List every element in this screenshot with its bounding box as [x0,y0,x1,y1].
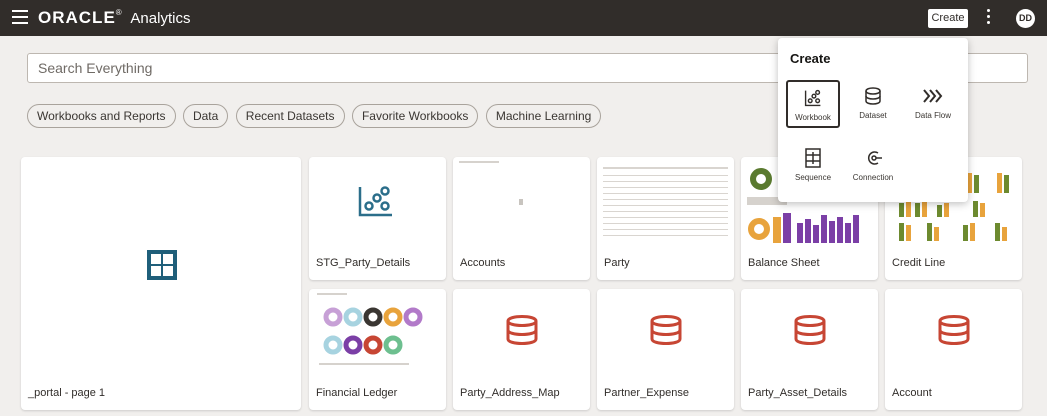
donut-thumbnail [317,293,423,365]
filter-chips: Workbooks and Reports Data Recent Datase… [27,104,604,128]
user-avatar[interactable]: DD [1016,9,1035,28]
dataset-icon [506,315,538,345]
create-menu-title: Create [790,51,831,66]
card-label: Account [892,387,932,399]
brand-registered-mark: ® [115,8,122,17]
card-label: Balance Sheet [748,257,820,269]
create-workbook-label: Workbook [795,113,831,122]
create-sequence-label: Sequence [794,173,832,182]
thumbnail-mark [519,199,523,205]
create-sequence-item[interactable]: Sequence [786,142,840,190]
content-card-portal[interactable]: _portal - page 1 [21,157,301,410]
card-label: STG_Party_Details [316,257,411,269]
top-bar: ORACLE® Analytics Create DD [0,0,1047,36]
card-label: Party_Asset_Details [748,387,848,399]
card-label: Party_Address_Map [460,387,560,399]
content-card-party-address-map[interactable]: Party_Address_Map [453,289,590,410]
brand-product: Analytics [130,10,191,27]
content-card-party[interactable]: Party [597,157,734,280]
create-data-flow-label: Data Flow [914,111,951,120]
create-data-flow-item[interactable]: Data Flow [906,80,960,128]
create-connection-label: Connection [852,173,894,182]
thumbnail-header [459,161,499,163]
create-menu: Create Workbook Dataset Data Flow Sequen… [778,38,968,202]
brand-logo[interactable]: ORACLE® Analytics [38,8,190,28]
chip-workbooks-reports[interactable]: Workbooks and Reports [27,104,176,128]
dataset-icon [650,315,682,345]
data-flow-icon [923,89,943,103]
create-workbook-item[interactable]: Workbook [786,80,840,128]
card-label: _portal - page 1 [28,387,106,399]
dataset-icon [865,87,881,105]
sequence-icon [805,148,821,168]
card-label: Credit Line [892,257,946,269]
more-options-icon[interactable] [987,9,991,27]
card-label: Partner_Expense [604,387,689,399]
create-dataset-item[interactable]: Dataset [846,80,900,128]
content-card-accounts[interactable]: Accounts [453,157,590,280]
card-label: Party [604,257,630,269]
content-card-party-asset-details[interactable]: Party_Asset_Details [741,289,878,410]
connection-icon [868,151,882,165]
create-button[interactable]: Create [928,9,968,28]
dataset-icon [794,315,826,345]
create-connection-item[interactable]: Connection [846,142,900,190]
content-card-account[interactable]: Account [885,289,1022,410]
dataset-icon [938,315,970,345]
chip-recent-datasets[interactable]: Recent Datasets [235,104,345,128]
card-label: Financial Ledger [316,387,398,399]
brand-oracle: ORACLE [38,8,116,27]
card-label: Accounts [460,257,506,269]
workbook-icon [358,186,392,217]
chip-data[interactable]: Data [182,104,229,128]
menu-icon[interactable] [12,10,28,24]
content-card-partner-expense[interactable]: Partner_Expense [597,289,734,410]
chip-machine-learning[interactable]: Machine Learning [485,104,602,128]
content-card-financial-ledger[interactable]: Financial Ledger [309,289,446,410]
create-dataset-label: Dataset [859,111,887,120]
grid-page-icon [147,250,177,280]
workbook-icon [804,89,821,107]
chip-favorite-workbooks[interactable]: Favorite Workbooks [351,104,479,128]
content-card-stg-party-details[interactable]: STG_Party_Details [309,157,446,280]
table-thumbnail [603,167,728,236]
